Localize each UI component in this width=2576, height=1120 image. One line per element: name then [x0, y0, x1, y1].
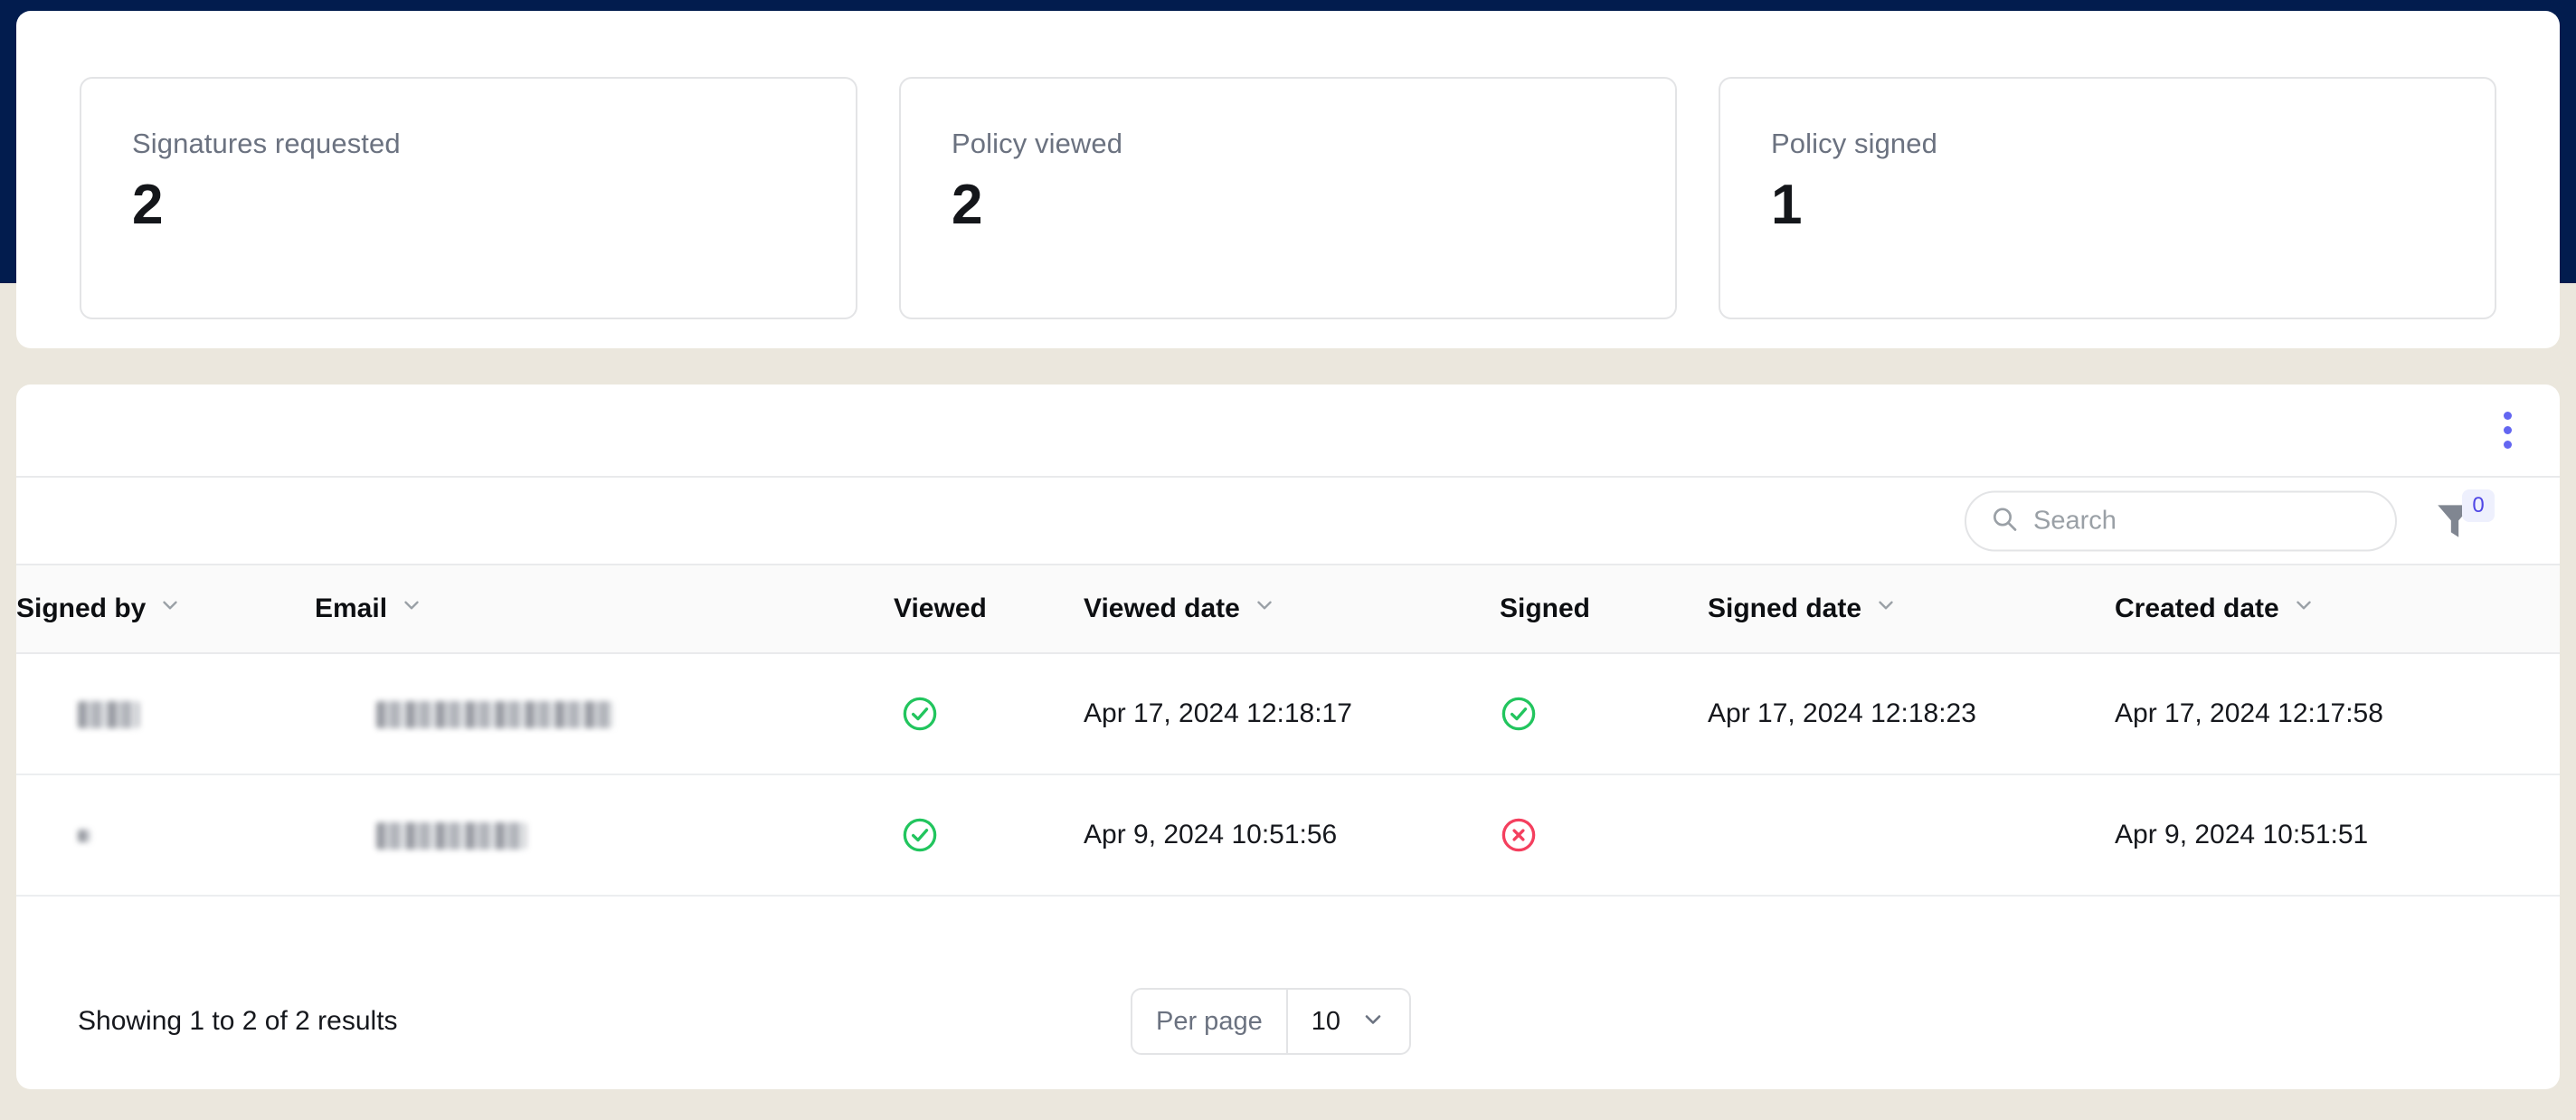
table-body: Apr 17, 2024 12:18:17 Apr 17, 2024 12:18…	[16, 653, 2560, 896]
cell-created-date: Apr 17, 2024 12:17:58	[2115, 698, 2383, 728]
chevron-down-icon	[400, 593, 423, 624]
column-header-label: Viewed	[894, 593, 987, 623]
cell-viewed	[894, 774, 1084, 896]
filter-count-badge: 0	[2462, 489, 2495, 522]
table-toolbar	[16, 384, 2560, 478]
column-header-label: Signed date	[1708, 593, 1862, 623]
stat-card-value: 2	[952, 174, 983, 236]
column-header-label: Signed	[1500, 593, 1591, 623]
column-header-label: Signed by	[16, 593, 147, 623]
cell-email	[315, 774, 894, 896]
cell-signed-date	[1708, 774, 2115, 896]
chevron-down-icon	[1360, 1007, 1386, 1037]
stat-card-label: Policy signed	[1771, 128, 1937, 159]
stat-card-policy-viewed: Policy viewed 2	[899, 77, 1677, 319]
column-header-label: Viewed date	[1084, 593, 1240, 623]
column-header-signed-date[interactable]: Signed date	[1708, 565, 2115, 654]
cell-email	[315, 653, 894, 774]
stat-card-value: 1	[1771, 174, 1803, 236]
cell-signed-by	[16, 653, 315, 774]
cell-viewed	[894, 653, 1084, 774]
redacted-name	[78, 701, 139, 729]
cell-signed	[1500, 774, 1708, 896]
stat-card-label: Policy viewed	[952, 128, 1123, 159]
table-footer: Showing 1 to 2 of 2 results Per page 10	[16, 954, 2560, 1089]
table-row[interactable]: Apr 17, 2024 12:18:17 Apr 17, 2024 12:18…	[16, 653, 2560, 774]
table-header: Signed by Email Viewed Viewed date Signe…	[16, 565, 2560, 654]
cell-signed-by	[16, 774, 315, 896]
chevron-down-icon	[2292, 593, 2316, 624]
stats-panel: Signatures requested 2 Policy viewed 2 P…	[16, 11, 2560, 348]
filter-button[interactable]: 0	[2431, 489, 2495, 549]
search-input[interactable]	[2033, 506, 2372, 536]
signatures-table-panel: 0 Signed by Email	[16, 384, 2560, 1089]
check-circle-icon	[901, 818, 939, 860]
cell-viewed-date: Apr 9, 2024 10:51:56	[1084, 820, 1338, 849]
redacted-name	[78, 830, 90, 843]
chevron-down-icon	[158, 593, 182, 624]
column-header-label: Created date	[2115, 593, 2279, 623]
cell-signed-date: Apr 17, 2024 12:18:23	[1708, 698, 1976, 728]
table-row[interactable]: Apr 9, 2024 10:51:56 Apr 9, 2024 10:51:5…	[16, 774, 2560, 896]
stat-card-signatures-requested: Signatures requested 2	[80, 77, 857, 319]
stat-card-value: 2	[132, 174, 164, 236]
cell-created-date: Apr 9, 2024 10:51:51	[2115, 820, 2369, 849]
redacted-email	[376, 822, 526, 850]
column-header-signed-by[interactable]: Signed by	[16, 565, 315, 654]
check-circle-icon	[1500, 697, 1538, 739]
signatures-table: Signed by Email Viewed Viewed date Signe…	[16, 565, 2560, 897]
column-header-viewed: Viewed	[894, 565, 1084, 654]
redacted-email	[376, 701, 613, 729]
stats-card-row: Signatures requested 2 Policy viewed 2 P…	[80, 77, 2496, 319]
chevron-down-icon	[1874, 593, 1898, 624]
table-header-row: Signed by Email Viewed Viewed date Signe…	[16, 565, 2560, 654]
per-page-select[interactable]: 10	[1288, 1007, 1409, 1037]
column-header-signed: Signed	[1500, 565, 1708, 654]
per-page-value: 10	[1311, 1006, 1340, 1036]
cell-viewed-date: Apr 17, 2024 12:18:17	[1084, 698, 1352, 728]
column-header-email[interactable]: Email	[315, 565, 894, 654]
stat-card-label: Signatures requested	[132, 128, 401, 159]
results-count-text: Showing 1 to 2 of 2 results	[78, 1006, 398, 1036]
column-header-viewed-date[interactable]: Viewed date	[1084, 565, 1500, 654]
more-vertical-icon[interactable]	[2482, 405, 2533, 456]
column-header-label: Email	[315, 593, 388, 623]
per-page-control[interactable]: Per page 10	[1131, 988, 1411, 1055]
search-box[interactable]	[1965, 490, 2397, 551]
cell-signed	[1500, 653, 1708, 774]
stat-card-policy-signed: Policy signed 1	[1719, 77, 2496, 319]
search-icon	[1990, 504, 2019, 537]
table-search-row: 0	[16, 478, 2560, 565]
chevron-down-icon	[1253, 593, 1276, 624]
column-header-created-date[interactable]: Created date	[2115, 565, 2560, 654]
per-page-label: Per page	[1132, 990, 1288, 1053]
check-circle-icon	[901, 697, 939, 739]
x-circle-icon	[1500, 818, 1538, 860]
